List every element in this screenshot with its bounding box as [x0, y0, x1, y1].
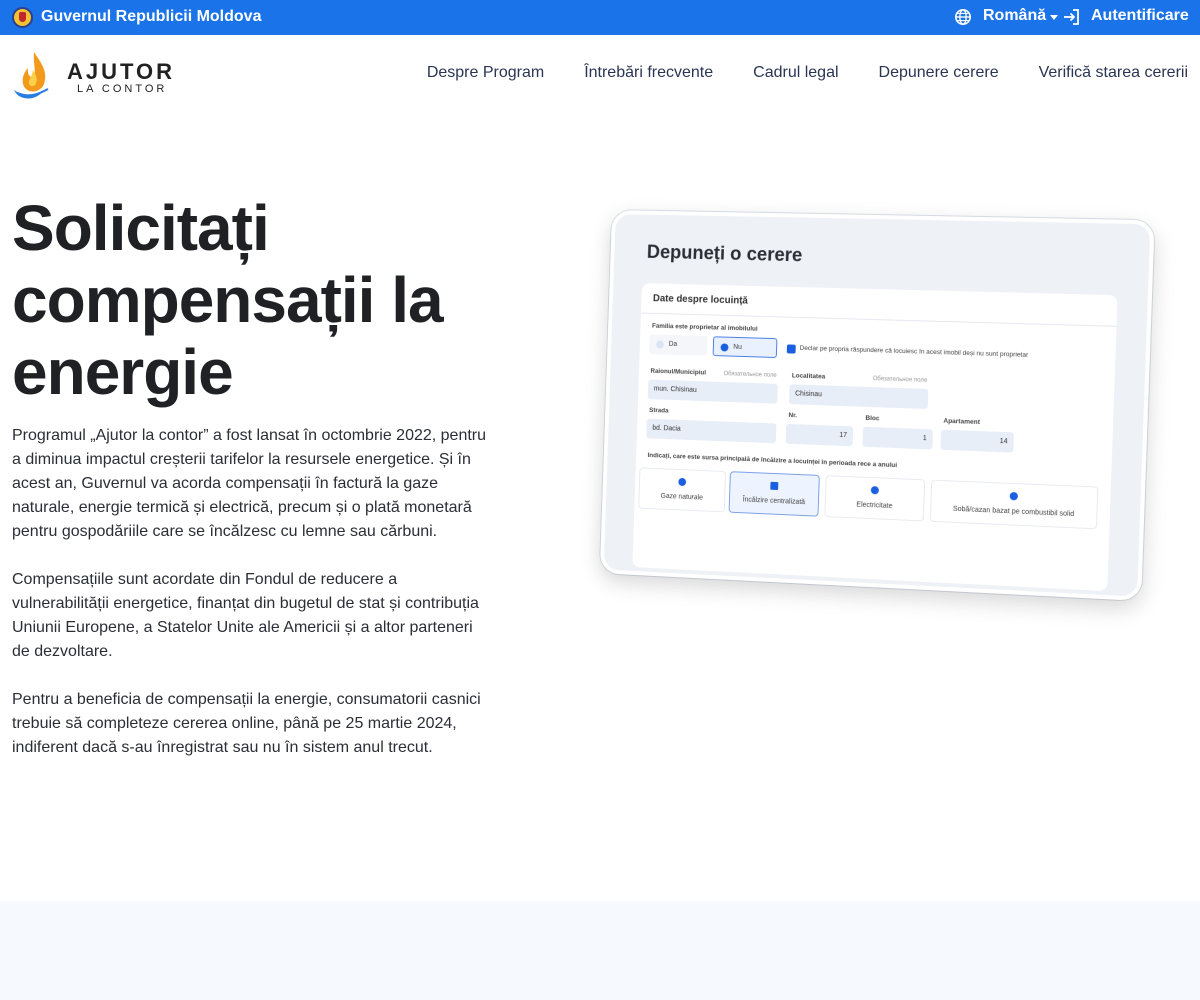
mockup-apt-input: 14 — [940, 429, 1015, 453]
hero-paragraph: Programul „Ajutor la contor” a fost lans… — [12, 427, 487, 540]
mockup-heating-question: Indicați, care este sursa principală de … — [647, 452, 898, 470]
government-top-bar: Guvernul Republicii Moldova Română Auten… — [0, 0, 1200, 35]
mockup-owner-label: Familia este proprietar al imobilului — [651, 322, 758, 333]
mockup-declaration: Declar pe propria răspundere că locuiesc… — [799, 344, 1029, 359]
hero-title: Solicitați compensații la energie — [12, 192, 444, 408]
mockup-locality-label: Localitatea — [791, 372, 826, 381]
mockup-section-title: Date despre locuință — [652, 293, 749, 307]
mockup-form-card: Date despre locuință Familia este propri… — [632, 283, 1118, 592]
language-selector[interactable]: Română — [983, 7, 1046, 25]
mockup-heating-option: Electricitate — [824, 475, 926, 522]
stove-icon — [1009, 491, 1019, 501]
gas-drop-icon — [678, 477, 687, 487]
mockup-heating-option-label: Încălzire centralizată — [742, 496, 806, 507]
mockup-street-input: bd. Dacia — [646, 418, 777, 444]
hero-paragraph: Compensațiile sunt acordate din Fondul d… — [12, 571, 479, 660]
lightning-icon — [870, 486, 879, 495]
mockup-district-select: mun. Chisinau — [647, 379, 778, 404]
mockup-required-hint: Обязательное поле — [723, 371, 777, 379]
radiator-icon — [770, 481, 779, 491]
mockup-required-hint: Обязательное поле — [872, 376, 928, 384]
mockup-heating-option-label: Gaze naturale — [660, 492, 703, 502]
mockup-bloc-label: Bloc — [865, 414, 880, 423]
mockup-heating-option: Sobă/cazan bazat pe combustibil solid — [929, 479, 1099, 530]
nav-cadrul-legal[interactable]: Cadrul legal — [753, 64, 838, 82]
logo-title[interactable]: AJUTOR — [67, 59, 175, 85]
mockup-nr-label: Nr. — [788, 412, 798, 420]
mockup-heating-option-label: Electricitate — [856, 501, 893, 511]
chevron-down-icon[interactable] — [1050, 15, 1058, 20]
nav-intrebari-frecvente[interactable]: Întrebări frecvente — [584, 64, 713, 82]
mockup-title: Depuneți o cerere — [646, 242, 803, 267]
nav-despre-program[interactable]: Despre Program — [427, 64, 544, 82]
mockup-heating-option: Gaze naturale — [638, 467, 727, 513]
mockup-apt-label: Apartament — [943, 417, 981, 427]
mockup-heating-option-label: Sobă/cazan bazat pe combustibil solid — [952, 505, 1075, 519]
mockup-radio-yes: Da — [649, 334, 708, 356]
nav-verifica-starea[interactable]: Verifică starea cererii — [1039, 64, 1188, 82]
hero-description: Programul „Ajutor la contor” a fost lans… — [12, 424, 494, 784]
checkbox-checked-icon — [786, 344, 796, 354]
mockup-district-label: Raionul/Municipiul — [650, 367, 707, 377]
flame-logo-icon[interactable] — [12, 50, 54, 100]
globe-icon[interactable] — [954, 8, 972, 26]
moldova-coat-of-arms-icon — [12, 7, 33, 28]
mockup-bloc-input: 1 — [862, 426, 934, 450]
mockup-nr-input: 17 — [785, 423, 854, 447]
login-link[interactable]: Autentificare — [1091, 7, 1189, 25]
login-icon[interactable] — [1062, 7, 1082, 27]
mockup-heating-option-selected: Încălzire centralizată — [728, 471, 820, 517]
logo-subtitle[interactable]: LA CONTOR — [77, 83, 167, 95]
nav-depunere-cerere[interactable]: Depunere cerere — [879, 64, 999, 82]
hero-paragraph: Pentru a beneficia de compensații la ene… — [12, 691, 481, 756]
tablet-mockup: Depuneți o cerere Date despre locuință F… — [599, 210, 1155, 602]
application-form-illustration: Depuneți o cerere Date despre locuință F… — [598, 210, 1155, 602]
mockup-street-label: Strada — [649, 406, 669, 415]
main-navigation: Despre Program Întrebări frecvente Cadru… — [427, 64, 1188, 82]
mockup-locality-select: Chisinau — [788, 384, 929, 410]
next-section-background — [0, 901, 1200, 1000]
mockup-radio-no: Nu — [712, 336, 778, 359]
government-title[interactable]: Guvernul Republicii Moldova — [41, 8, 261, 26]
